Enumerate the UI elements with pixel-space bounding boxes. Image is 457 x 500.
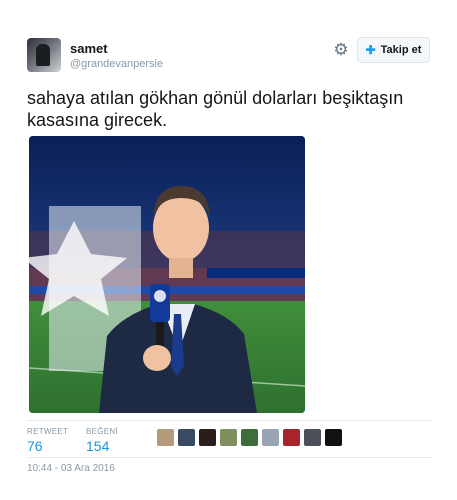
user-handle[interactable]: @grandevanpersie [70,58,163,70]
retweet-label: RETWEET [27,427,69,436]
photo-image [29,136,305,413]
like-label: BEĞENİ [86,427,119,436]
follow-label: Takip et [380,44,422,56]
liker-avatar[interactable] [199,429,216,446]
gear-icon[interactable]: ⚙ [332,41,350,59]
avatar[interactable] [27,38,61,72]
liker-avatar[interactable] [283,429,300,446]
add-user-icon: ✚ [365,43,376,57]
liker-avatar[interactable] [157,429,174,446]
tweet-timestamp[interactable]: 10:44 - 03 Ara 2016 [27,463,115,474]
liker-avatar[interactable] [220,429,237,446]
display-name[interactable]: samet [70,41,108,56]
follow-button[interactable]: ✚ Takip et [357,37,430,63]
like-count: 154 [86,438,110,454]
like-stat[interactable]: BEĞENİ 154 [86,427,118,454]
liker-avatar[interactable] [325,429,342,446]
retweet-stat[interactable]: RETWEET 76 [27,427,68,454]
tweet-text: sahaya atılan gökhan gönül dolarları beş… [27,88,404,130]
liker-avatar[interactable] [262,429,279,446]
liker-avatar[interactable] [304,429,321,446]
liker-avatar[interactable] [241,429,258,446]
retweet-count: 76 [27,438,43,454]
tweet-photo[interactable] [29,136,305,413]
liker-avatar[interactable] [178,429,195,446]
